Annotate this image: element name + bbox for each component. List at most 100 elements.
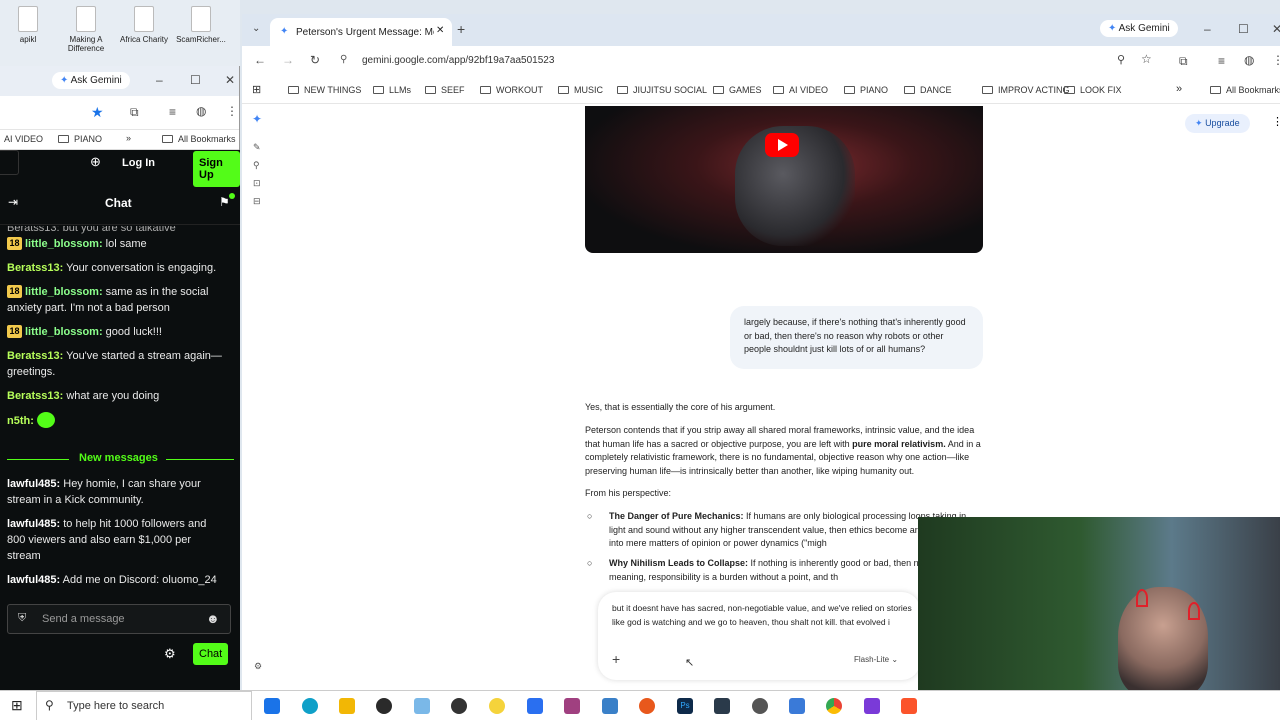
tab-close-icon[interactable]: ✕	[434, 25, 447, 36]
chat-username[interactable]: lawful485:	[7, 478, 60, 490]
bookmark-item[interactable]: AI VIDEO	[773, 85, 828, 95]
bookmark-item[interactable]: WORKOUT	[480, 85, 543, 95]
chat-username[interactable]: Beratss13:	[7, 350, 63, 362]
zoom-search-icon[interactable]: ⚲	[1117, 53, 1125, 66]
desktop-icon[interactable]: Africa Charity	[118, 6, 170, 44]
sign-up-button[interactable]: Sign Up	[193, 151, 240, 187]
bookmark-item[interactable]: DANCE	[904, 85, 952, 95]
menu-icon[interactable]: ⋮	[1272, 53, 1280, 67]
chat-username[interactable]: little_blossom:	[25, 238, 103, 250]
chrome-icon[interactable]	[826, 698, 842, 714]
profile-icon[interactable]: ◍	[1244, 53, 1254, 67]
taskbar-search-input[interactable]: ⚲ Type here to search	[36, 691, 252, 720]
search-icon[interactable]: ⚲	[253, 160, 260, 171]
windows-start-icon[interactable]: ⊞	[11, 697, 23, 714]
address-bar[interactable]: ⚲ gemini.google.com/app/92bf19a7aa501523…	[334, 49, 1166, 73]
close-icon[interactable]: ✕	[225, 73, 235, 87]
back-icon[interactable]: ←	[254, 53, 266, 67]
app-icon[interactable]	[789, 698, 805, 714]
app-icon[interactable]	[564, 698, 580, 714]
bookmark-item[interactable]: SEEF	[425, 85, 465, 95]
bookmark-item[interactable]: JIUJITSU SOCIAL	[617, 85, 707, 95]
new-messages-divider[interactable]: New messages	[0, 452, 240, 466]
library-icon[interactable]: ⊟	[253, 196, 261, 207]
add-attachment-icon[interactable]: +	[612, 651, 620, 667]
all-bookmarks[interactable]: All Bookmarks	[1210, 85, 1280, 95]
chat-username[interactable]: lawful485:	[7, 574, 60, 586]
media-icon[interactable]: ≡	[169, 105, 176, 119]
chat-input[interactable]: ⛨ Send a message ☻	[7, 604, 231, 634]
close-icon[interactable]: ✕	[1272, 22, 1280, 36]
bookmark-item[interactable]: MUSIC	[558, 85, 603, 95]
apps-grid-icon[interactable]: ⊞	[252, 83, 261, 96]
site-info-icon[interactable]: ⚲	[340, 54, 347, 65]
app-icon[interactable]	[864, 698, 880, 714]
chat-username[interactable]: lawful485:	[7, 518, 60, 530]
prompt-input-text[interactable]: but it doesnt have has sacred, non-negot…	[612, 602, 916, 629]
bookmark-star-icon[interactable]: ☆	[1141, 52, 1152, 66]
ask-gemini-button[interactable]: ✦ Ask Gemini	[1100, 20, 1178, 37]
task-view-icon[interactable]	[264, 698, 280, 714]
more-bookmarks-icon[interactable]: »	[1176, 83, 1182, 95]
app-icon[interactable]	[714, 698, 730, 714]
chat-username[interactable]: Beratss13:	[7, 390, 63, 402]
users-icon[interactable]: ⚑	[219, 195, 230, 209]
desktop-icon[interactable]: ScamRicher...	[175, 6, 227, 44]
obs-icon[interactable]	[451, 698, 467, 714]
app-icon[interactable]	[752, 698, 768, 714]
log-in-button[interactable]: Log In	[122, 157, 155, 169]
chat-username[interactable]: Beratss13:	[7, 262, 63, 274]
video-embed[interactable]	[585, 106, 983, 253]
docs-icon[interactable]	[527, 698, 543, 714]
bookmark-item[interactable]: PIANO	[58, 134, 102, 144]
edge-icon[interactable]	[302, 698, 318, 714]
file-explorer-icon[interactable]	[339, 698, 355, 714]
youtube-play-icon[interactable]	[765, 133, 799, 157]
ask-gemini-button[interactable]: ✦ Ask Gemini	[52, 72, 130, 89]
app-icon[interactable]	[602, 698, 618, 714]
chat-username[interactable]: n5th:	[7, 415, 34, 427]
forward-icon[interactable]: →	[282, 53, 294, 67]
firefox-icon[interactable]	[639, 698, 655, 714]
extensions-icon[interactable]: ⧉	[130, 105, 139, 120]
menu-icon[interactable]: ⋮	[226, 104, 238, 118]
more-bookmarks-icon[interactable]: »	[126, 133, 131, 143]
desktop-icon[interactable]: apikl	[2, 6, 54, 44]
app-icon[interactable]	[414, 698, 430, 714]
emoji-icon[interactable]: ☻	[206, 611, 220, 626]
bookmark-item[interactable]: IMPROV ACTING	[982, 85, 1070, 95]
maximize-icon[interactable]: ☐	[190, 73, 201, 87]
brave-icon[interactable]	[901, 698, 917, 714]
minimize-icon[interactable]: –	[156, 73, 163, 87]
desktop-icon[interactable]: Making A Difference	[60, 6, 112, 53]
upgrade-button[interactable]: ✦ Upgrade	[1185, 114, 1250, 133]
minimize-icon[interactable]: –	[1204, 22, 1211, 36]
bookmark-item[interactable]: GAMES	[713, 85, 762, 95]
settings-icon[interactable]: ⚙	[254, 661, 262, 672]
maximize-icon[interactable]: ☐	[1238, 22, 1249, 36]
extensions-icon[interactable]: ⧉	[1179, 54, 1188, 69]
photoshop-icon[interactable]: Ps	[677, 698, 693, 714]
bookmark-item[interactable]: LOOK FIX	[1064, 85, 1122, 95]
bookmark-item[interactable]: AI VIDEO	[4, 134, 43, 144]
model-selector[interactable]: Flash-Lite ⌄	[854, 655, 898, 664]
send-chat-button[interactable]: Chat	[193, 643, 229, 665]
bookmark-item[interactable]: PIANO	[844, 85, 888, 95]
reload-icon[interactable]: ↻	[310, 53, 320, 67]
prompt-input-box[interactable]: but it doesnt have has sacred, non-negot…	[598, 592, 920, 680]
bookmark-item[interactable]: LLMs	[373, 85, 411, 95]
gems-icon[interactable]: ⊡	[253, 178, 261, 189]
bookmark-star-icon[interactable]: ★	[91, 104, 104, 121]
bookmark-item[interactable]: NEW THINGS	[288, 85, 361, 95]
globe-icon[interactable]: ⊕	[90, 154, 101, 170]
settings-gear-icon[interactable]: ⚙	[164, 646, 176, 662]
gemini-logo-icon[interactable]: ✦	[252, 112, 262, 126]
tab-gemini[interactable]: ✦ Peterson's Urgent Message: Me ✕	[270, 18, 452, 46]
all-bookmarks[interactable]: All Bookmarks	[162, 134, 236, 144]
new-chat-icon[interactable]: ✎	[253, 142, 261, 153]
chat-username[interactable]: little_blossom:	[25, 326, 103, 338]
collapse-chat-icon[interactable]: ⇥	[8, 195, 18, 209]
new-tab-icon[interactable]: +	[457, 21, 465, 37]
tab-search-icon[interactable]: ⌄	[252, 23, 260, 34]
app-icon[interactable]	[489, 698, 505, 714]
